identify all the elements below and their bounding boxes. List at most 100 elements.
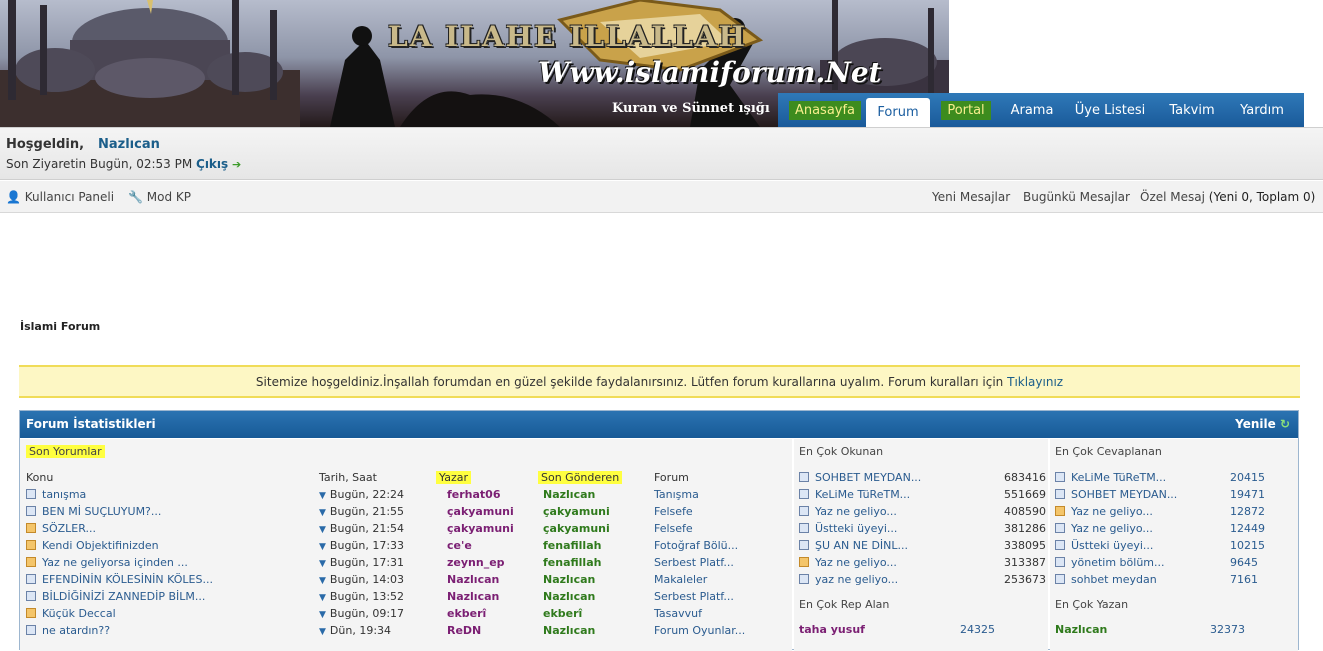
table-row-author[interactable]: ferhat06 bbox=[447, 488, 501, 501]
refresh-button[interactable]: Yenile ↻ bbox=[1235, 417, 1290, 431]
table-row-author[interactable]: Nazlıcan bbox=[447, 590, 499, 603]
table-row-forum[interactable]: Felsefe bbox=[654, 505, 693, 518]
table-row-topic[interactable]: EFENDİNİN KÖLESİNİN KÖLES... bbox=[26, 573, 213, 586]
arrow-down-icon[interactable]: ▼ bbox=[319, 542, 326, 552]
list-item-link[interactable]: yönetim bölüm... bbox=[1071, 556, 1165, 569]
table-row-topic[interactable]: BEN Mİ SUÇLUYUM?... bbox=[26, 505, 161, 518]
list-item[interactable]: Yaz ne geliyo... bbox=[799, 556, 897, 569]
arrow-down-icon[interactable]: ▼ bbox=[319, 525, 326, 535]
list-item-link[interactable]: sohbet meydan bbox=[1071, 573, 1157, 586]
table-row-forum[interactable]: Fotoğraf Bölü... bbox=[654, 539, 738, 552]
list-item[interactable]: yönetim bölüm... bbox=[1055, 556, 1165, 569]
topic-link[interactable]: tanışma bbox=[42, 488, 86, 501]
topic-link[interactable]: ne atardın?? bbox=[42, 624, 110, 637]
list-item-link[interactable]: Yaz ne geliyo... bbox=[1071, 505, 1153, 518]
top-writer-user[interactable]: Nazlıcan bbox=[1055, 623, 1107, 636]
table-row-forum[interactable]: Makaleler bbox=[654, 573, 707, 586]
nav-help[interactable]: Yardım bbox=[1230, 93, 1294, 127]
table-row-sender[interactable]: çakyamuni bbox=[543, 522, 610, 535]
list-item[interactable]: Yaz ne geliyo... bbox=[1055, 505, 1153, 518]
private-messages[interactable]: Özel Mesaj (Yeni 0, Toplam 0) bbox=[1140, 190, 1315, 204]
table-row-topic[interactable]: BİLDİĞİNİZİ ZANNEDİP BİLM... bbox=[26, 590, 205, 603]
list-item[interactable]: KeLiMe TüReTM... bbox=[1055, 471, 1166, 484]
table-row-forum[interactable]: Tanışma bbox=[654, 488, 699, 501]
today-posts-link[interactable]: Bugünkü Mesajlar bbox=[1023, 190, 1130, 204]
list-item-link[interactable]: KeLiMe TüReTM... bbox=[815, 488, 910, 501]
nav-search[interactable]: Arama bbox=[1004, 93, 1060, 127]
list-item[interactable]: Yaz ne geliyo... bbox=[799, 505, 897, 518]
topic-link[interactable]: Yaz ne geliyorsa içinden ... bbox=[42, 556, 188, 569]
list-item[interactable]: ŞU AN NE DİNL... bbox=[799, 539, 908, 552]
table-row-author[interactable]: çakyamuni bbox=[447, 522, 514, 535]
nav-home[interactable]: Anasayfa bbox=[786, 93, 864, 127]
topic-link[interactable]: Küçük Deccal bbox=[42, 607, 116, 620]
arrow-down-icon[interactable]: ▼ bbox=[319, 576, 326, 586]
arrow-down-icon[interactable]: ▼ bbox=[319, 559, 326, 569]
topic-link[interactable]: EFENDİNİN KÖLESİNİN KÖLES... bbox=[42, 573, 213, 586]
arrow-down-icon[interactable]: ▼ bbox=[319, 610, 326, 620]
table-row-author[interactable]: çakyamuni bbox=[447, 505, 514, 518]
topic-link[interactable]: Kendi Objektifinizden bbox=[42, 539, 159, 552]
list-item-link[interactable]: Yaz ne geliyo... bbox=[1071, 522, 1153, 535]
arrow-down-icon[interactable]: ▼ bbox=[319, 491, 326, 501]
table-row-topic[interactable]: ne atardın?? bbox=[26, 624, 110, 637]
list-item[interactable]: sohbet meydan bbox=[1055, 573, 1157, 586]
rules-link[interactable]: Tıklayınız bbox=[1007, 375, 1063, 389]
table-row-forum[interactable]: Serbest Platf... bbox=[654, 556, 734, 569]
nav-calendar[interactable]: Takvim bbox=[1160, 93, 1224, 127]
list-item-link[interactable]: yaz ne geliyo... bbox=[815, 573, 898, 586]
list-item-link[interactable]: ŞU AN NE DİNL... bbox=[815, 539, 908, 552]
list-item[interactable]: SOHBET MEYDAN... bbox=[799, 471, 921, 484]
list-item[interactable]: Üstteki üyeyi... bbox=[1055, 539, 1153, 552]
table-row-topic[interactable]: Küçük Deccal bbox=[26, 607, 116, 620]
table-row-topic[interactable]: SÖZLER... bbox=[26, 522, 96, 535]
table-row-sender[interactable]: fenafillah bbox=[543, 556, 601, 569]
table-row-topic[interactable]: Kendi Objektifinizden bbox=[26, 539, 159, 552]
topic-link[interactable]: BİLDİĞİNİZİ ZANNEDİP BİLM... bbox=[42, 590, 205, 603]
username-link[interactable]: Nazlıcan bbox=[98, 137, 160, 152]
list-item[interactable]: yaz ne geliyo... bbox=[799, 573, 898, 586]
table-row-sender[interactable]: ekberî bbox=[543, 607, 582, 620]
table-row-forum[interactable]: Tasavvuf bbox=[654, 607, 702, 620]
list-item-link[interactable]: Üstteki üyeyi... bbox=[1071, 539, 1153, 552]
arrow-down-icon[interactable]: ▼ bbox=[319, 627, 326, 637]
table-row-topic[interactable]: tanışma bbox=[26, 488, 86, 501]
new-posts-link[interactable]: Yeni Mesajlar bbox=[932, 190, 1010, 204]
list-item[interactable]: Yaz ne geliyo... bbox=[1055, 522, 1153, 535]
list-item[interactable]: KeLiMe TüReTM... bbox=[799, 488, 910, 501]
mod-panel-link[interactable]: 🔧 Mod KP bbox=[128, 190, 191, 204]
breadcrumb[interactable]: İslami Forum bbox=[20, 320, 100, 333]
list-item[interactable]: Üstteki üyeyi... bbox=[799, 522, 897, 535]
table-row-sender[interactable]: Nazlıcan bbox=[543, 573, 595, 586]
arrow-down-icon[interactable]: ▼ bbox=[319, 508, 326, 518]
logout-link[interactable]: Çıkış bbox=[196, 157, 228, 171]
list-item-link[interactable]: SOHBET MEYDAN... bbox=[815, 471, 921, 484]
table-row-author[interactable]: Nazlıcan bbox=[447, 573, 499, 586]
list-item-link[interactable]: Yaz ne geliyo... bbox=[815, 556, 897, 569]
list-item[interactable]: SOHBET MEYDAN... bbox=[1055, 488, 1177, 501]
list-item-link[interactable]: SOHBET MEYDAN... bbox=[1071, 488, 1177, 501]
table-row-forum[interactable]: Forum Oyunlar... bbox=[654, 624, 745, 637]
table-row-author[interactable]: ekberî bbox=[447, 607, 486, 620]
table-row-forum[interactable]: Felsefe bbox=[654, 522, 693, 535]
table-row-topic[interactable]: Yaz ne geliyorsa içinden ... bbox=[26, 556, 188, 569]
list-item-link[interactable]: Yaz ne geliyo... bbox=[815, 505, 897, 518]
list-item-link[interactable]: KeLiMe TüReTM... bbox=[1071, 471, 1166, 484]
table-row-forum[interactable]: Serbest Platf... bbox=[654, 590, 734, 603]
arrow-down-icon[interactable]: ▼ bbox=[319, 593, 326, 603]
table-row-author[interactable]: ReDN bbox=[447, 624, 481, 637]
user-panel-link[interactable]: 👤 Kullanıcı Paneli bbox=[6, 190, 114, 204]
topic-link[interactable]: BEN Mİ SUÇLUYUM?... bbox=[42, 505, 161, 518]
table-row-author[interactable]: zeynn_ep bbox=[447, 556, 505, 569]
table-row-sender[interactable]: çakyamuni bbox=[543, 505, 610, 518]
table-row-sender[interactable]: fenafillah bbox=[543, 539, 601, 552]
list-item-link[interactable]: Üstteki üyeyi... bbox=[815, 522, 897, 535]
nav-member-list[interactable]: Üye Listesi bbox=[1070, 93, 1150, 127]
table-row-sender[interactable]: Nazlıcan bbox=[543, 590, 595, 603]
table-row-sender[interactable]: Nazlıcan bbox=[543, 488, 595, 501]
table-row-author[interactable]: ce'e bbox=[447, 539, 472, 552]
top-rep-user[interactable]: taha yusuf bbox=[799, 623, 865, 636]
topic-link[interactable]: SÖZLER... bbox=[42, 522, 96, 535]
nav-portal[interactable]: Portal bbox=[938, 93, 994, 127]
table-row-sender[interactable]: Nazlıcan bbox=[543, 624, 595, 637]
